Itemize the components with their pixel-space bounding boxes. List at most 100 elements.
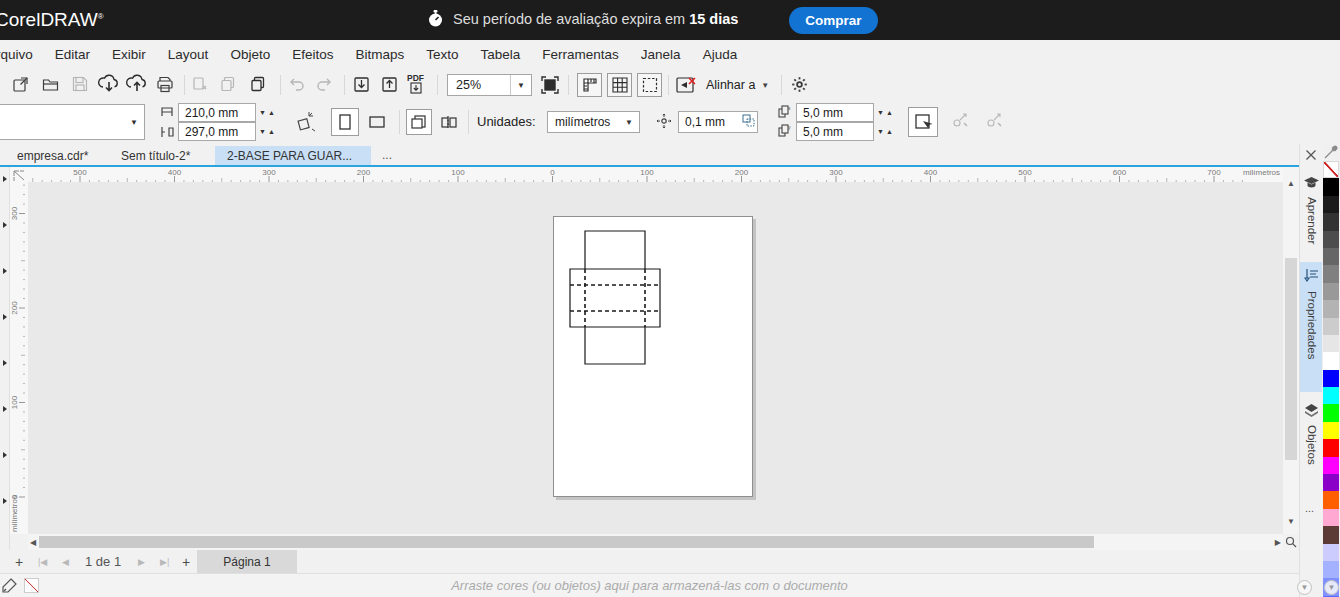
menu-ferramentas[interactable]: Ferramentas xyxy=(531,40,630,70)
menu-arquivo[interactable]: Arquivo xyxy=(0,40,44,70)
box-dieline-drawing[interactable] xyxy=(28,182,1283,534)
eyedropper-icon[interactable] xyxy=(1324,145,1338,159)
nudge-field[interactable]: 0,1 mm xyxy=(678,111,758,133)
tool-flyout-arrow[interactable] xyxy=(3,360,7,366)
scroll-down-icon[interactable]: ▼ xyxy=(1287,517,1295,526)
snap-off-icon[interactable] xyxy=(676,75,698,95)
no-color-swatch[interactable] xyxy=(1323,161,1339,178)
docker-tab-objetos[interactable]: Objetos xyxy=(1300,398,1323,488)
horizontal-scrollbar-thumb[interactable] xyxy=(39,536,1094,548)
color-swatch[interactable] xyxy=(1323,335,1339,352)
scroll-right-icon[interactable]: ▶ xyxy=(1275,538,1281,547)
color-swatch[interactable] xyxy=(1323,318,1339,335)
color-swatch[interactable] xyxy=(1323,231,1339,248)
width-spinner[interactable]: ▼▲ xyxy=(259,109,277,116)
chevron-down-icon[interactable]: ▼ xyxy=(619,112,639,132)
color-swatch[interactable] xyxy=(1323,422,1339,439)
document-tab[interactable]: Sem título-2* xyxy=(109,146,210,165)
paste-icon[interactable] xyxy=(250,76,266,92)
last-page-button[interactable]: ▶| xyxy=(160,550,169,573)
tool-flyout-arrow[interactable] xyxy=(3,314,7,320)
height-spinner[interactable]: ▼▲ xyxy=(259,128,277,135)
document-tab[interactable]: 2-BASE PARA GUAR... xyxy=(215,146,371,165)
color-swatch[interactable] xyxy=(1323,265,1339,282)
duplicate-x-spinner[interactable]: ▼▲ xyxy=(877,109,895,116)
page-height-field[interactable]: 297,0 mm xyxy=(178,122,256,141)
color-swatch[interactable] xyxy=(1323,474,1339,491)
docker-more-button[interactable]: ... xyxy=(1305,502,1314,514)
color-swatch[interactable] xyxy=(1323,283,1339,300)
redo-icon[interactable] xyxy=(316,76,333,93)
duplicate-x-field[interactable]: 5,0 mm xyxy=(796,103,874,122)
toolbox-strip[interactable] xyxy=(0,167,10,550)
menu-tabela[interactable]: Tabela xyxy=(470,40,532,70)
buy-button[interactable]: Comprar xyxy=(789,7,878,34)
chevron-down-icon[interactable]: ▼ xyxy=(510,75,531,95)
align-to-dropdown[interactable]: Alinhar a▼ xyxy=(706,75,769,95)
menu-exibir[interactable]: Exibir xyxy=(101,40,157,70)
show-guidelines-toggle[interactable] xyxy=(637,73,662,97)
color-swatch[interactable] xyxy=(1323,370,1339,387)
export-icon[interactable] xyxy=(381,76,398,93)
scale-stroke-icon[interactable] xyxy=(952,113,970,129)
color-swatch[interactable] xyxy=(1323,248,1339,265)
horizontal-scrollbar[interactable]: ◀ ▶ xyxy=(28,534,1283,550)
duplicate-y-field[interactable]: 5,0 mm xyxy=(796,122,874,141)
docker-expand-icon[interactable]: ▼ xyxy=(1297,580,1312,595)
landscape-button[interactable] xyxy=(363,108,391,136)
color-swatch[interactable] xyxy=(1323,439,1339,456)
options-gear-icon[interactable] xyxy=(790,75,809,94)
color-swatch[interactable] xyxy=(1323,491,1339,508)
all-pages-button[interactable] xyxy=(406,109,432,135)
current-page-button[interactable] xyxy=(436,109,462,135)
new-document-icon[interactable] xyxy=(12,76,29,93)
save-icon[interactable] xyxy=(72,76,88,92)
more-tabs-button[interactable]: ... xyxy=(382,148,392,162)
chevron-down-icon[interactable]: ▼ xyxy=(124,105,144,139)
add-page-end-button[interactable]: + xyxy=(182,550,190,573)
vertical-ruler[interactable]: 3002001000milímetros xyxy=(10,182,28,534)
color-swatch[interactable] xyxy=(1323,352,1339,369)
cloud-upload-icon[interactable] xyxy=(126,74,148,94)
undo-icon[interactable] xyxy=(288,76,305,93)
duplicate-y-spinner[interactable]: ▼▲ xyxy=(877,128,895,135)
zoom-corner-icon[interactable] xyxy=(1283,534,1299,550)
units-combo[interactable]: milímetros▼ xyxy=(547,111,640,133)
copy-icon[interactable] xyxy=(220,76,236,92)
docker-tab-propriedades[interactable]: Propriedades xyxy=(1300,262,1323,392)
page-width-field[interactable]: 210,0 mm xyxy=(178,103,256,122)
cut-icon[interactable] xyxy=(192,76,208,92)
vertical-scrollbar-thumb[interactable] xyxy=(1285,258,1297,460)
tool-flyout-arrow[interactable] xyxy=(3,176,7,182)
color-swatch[interactable] xyxy=(1323,526,1339,543)
close-document-icon[interactable] xyxy=(1304,148,1318,162)
color-swatch[interactable] xyxy=(1323,404,1339,421)
menu-bitmaps[interactable]: Bitmaps xyxy=(344,40,415,70)
add-page-start-button[interactable]: + xyxy=(15,550,23,573)
menu-editar[interactable]: Editar xyxy=(44,40,101,70)
zoom-level-combo[interactable]: 25%▼ xyxy=(447,74,532,96)
color-swatch[interactable] xyxy=(1323,509,1339,526)
menu-janela[interactable]: Janela xyxy=(630,40,692,70)
menu-objeto[interactable]: Objeto xyxy=(219,40,281,70)
color-swatch[interactable] xyxy=(1323,213,1339,230)
horizontal-ruler[interactable]: 5004003002001000100200300400500600700mil… xyxy=(28,167,1283,182)
menu-efeitos[interactable]: Efeitos xyxy=(281,40,344,70)
docker-tab-aprender[interactable]: Aprender xyxy=(1300,170,1323,256)
menu-layout[interactable]: Layout xyxy=(157,40,220,70)
treat-as-filled-toggle[interactable] xyxy=(908,107,938,137)
palette-scroll-icon[interactable]: ▼ xyxy=(1324,580,1339,595)
scroll-left-icon[interactable]: ◀ xyxy=(30,538,36,547)
tool-flyout-arrow[interactable] xyxy=(3,452,7,458)
page-tab[interactable]: Página 1 xyxy=(197,550,297,573)
color-swatch[interactable] xyxy=(1323,387,1339,404)
pdf-icon[interactable]: PDF xyxy=(407,74,424,94)
cloud-download-icon[interactable] xyxy=(98,74,120,94)
color-swatch[interactable] xyxy=(1323,178,1339,195)
ruler-origin[interactable] xyxy=(10,167,28,182)
import-icon[interactable] xyxy=(353,76,370,93)
tool-flyout-arrow[interactable] xyxy=(3,222,7,228)
portrait-button[interactable] xyxy=(331,108,359,136)
color-swatch[interactable] xyxy=(1323,544,1339,561)
prev-page-button[interactable]: ◀ xyxy=(62,550,69,573)
